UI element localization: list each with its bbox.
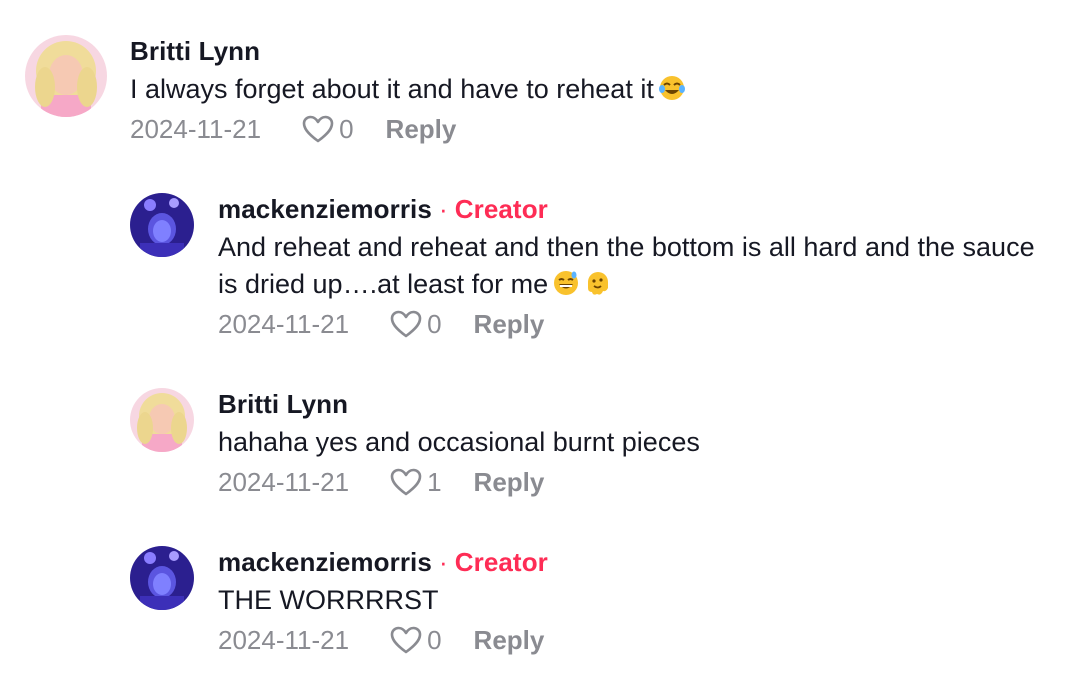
comment-meta: 2024-11-21 1 Reply <box>218 465 700 499</box>
reply-item: Britti Lynn hahaha yes and occasional bu… <box>130 388 700 499</box>
comment-text: I always forget about it and have to reh… <box>130 71 686 108</box>
author-name[interactable]: Britti Lynn <box>130 35 260 67</box>
comment-text-content: I always forget about it and have to reh… <box>130 74 654 104</box>
like-button[interactable]: 0 <box>389 307 442 341</box>
like-count: 0 <box>427 309 442 339</box>
comment-text-content: THE WORRRRST <box>218 585 439 615</box>
heart-icon <box>390 626 422 654</box>
reply-item: mackenziemorris · Creator And reheat and… <box>130 193 1038 341</box>
reply-button[interactable]: Reply <box>474 623 545 657</box>
avatar-image <box>25 35 107 117</box>
separator: · <box>438 194 448 224</box>
like-count: 0 <box>427 625 442 655</box>
heart-icon <box>390 468 422 496</box>
author-name[interactable]: mackenziemorris <box>218 193 432 225</box>
comment-author[interactable]: mackenziemorris · Creator <box>218 546 548 578</box>
comment-text-content: hahaha yes and occasional burnt pieces <box>218 427 700 457</box>
creator-badge: Creator <box>454 547 548 577</box>
avatar[interactable] <box>25 35 107 117</box>
comment-text: THE WORRRRST <box>218 582 548 619</box>
like-button[interactable]: 1 <box>389 465 442 499</box>
like-button[interactable]: 0 <box>301 112 354 146</box>
avatar[interactable] <box>130 193 194 257</box>
reply-button[interactable]: Reply <box>474 307 545 341</box>
comment-text: And reheat and reheat and then the botto… <box>218 229 1038 303</box>
heart-icon <box>390 310 422 338</box>
creator-badge: Creator <box>454 194 548 224</box>
comment-author[interactable]: Britti Lynn <box>130 35 686 67</box>
author-name[interactable]: mackenziemorris <box>218 546 432 578</box>
avatar[interactable] <box>130 388 194 452</box>
reply-item: mackenziemorris · Creator THE WORRRRST 2… <box>130 546 548 657</box>
comment-meta: 2024-11-21 0 Reply <box>218 307 1038 341</box>
comment-author[interactable]: Britti Lynn <box>218 388 700 420</box>
comment-item: Britti Lynn I always forget about it and… <box>25 35 686 146</box>
like-count: 0 <box>339 114 354 144</box>
avatar[interactable] <box>130 546 194 610</box>
heart-icon <box>302 115 334 143</box>
like-button[interactable]: 0 <box>389 623 442 657</box>
comment-meta: 2024-11-21 0 Reply <box>218 623 548 657</box>
comment-date: 2024-11-21 <box>218 309 350 339</box>
tears-of-joy-emoji <box>658 74 686 102</box>
grinning-sweat-emoji <box>552 269 580 297</box>
comment-text-content: And reheat and reheat and then the botto… <box>218 232 1035 299</box>
avatar-image <box>130 546 194 610</box>
comment-date: 2024-11-21 <box>218 625 350 655</box>
melting-face-emoji <box>584 269 612 297</box>
reply-button[interactable]: Reply <box>386 112 457 146</box>
comment-text: hahaha yes and occasional burnt pieces <box>218 424 700 461</box>
avatar-image <box>130 193 194 257</box>
separator: · <box>438 547 448 577</box>
reply-button[interactable]: Reply <box>474 465 545 499</box>
comment-date: 2024-11-21 <box>130 114 262 144</box>
comment-meta: 2024-11-21 0 Reply <box>130 112 686 146</box>
author-name[interactable]: Britti Lynn <box>218 388 348 420</box>
comment-author[interactable]: mackenziemorris · Creator <box>218 193 1038 225</box>
avatar-image <box>130 388 194 452</box>
comment-date: 2024-11-21 <box>218 467 350 497</box>
like-count: 1 <box>427 467 442 497</box>
